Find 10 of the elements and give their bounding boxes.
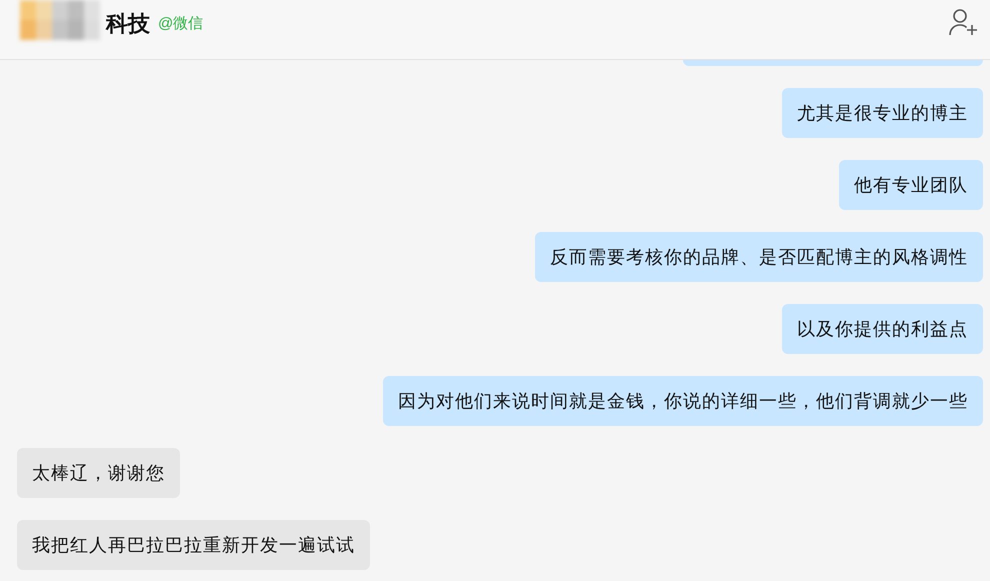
chat-title: 科技 <box>106 10 150 38</box>
message-bubble: 以及你提供的利益点 <box>782 304 983 354</box>
chat-source-label: @微信 <box>158 14 204 33</box>
message-bubble: 反而需要考核你的品牌、是否匹配博主的风格调性 <box>535 232 983 282</box>
add-person-icon[interactable] <box>948 8 978 36</box>
message-bubble: 因为对他们来说时间就是金钱，你说的详细一些，他们背调就少一些 <box>383 376 983 426</box>
message-bubble: 他有专业团队 <box>839 160 983 210</box>
message-bubble: 我把红人再巴拉巴拉重新开发一遍试试 <box>17 520 370 570</box>
message-bubble: 尤其是很专业的博主 <box>782 88 983 138</box>
message-bubble: 太棒辽，谢谢您 <box>17 448 180 498</box>
